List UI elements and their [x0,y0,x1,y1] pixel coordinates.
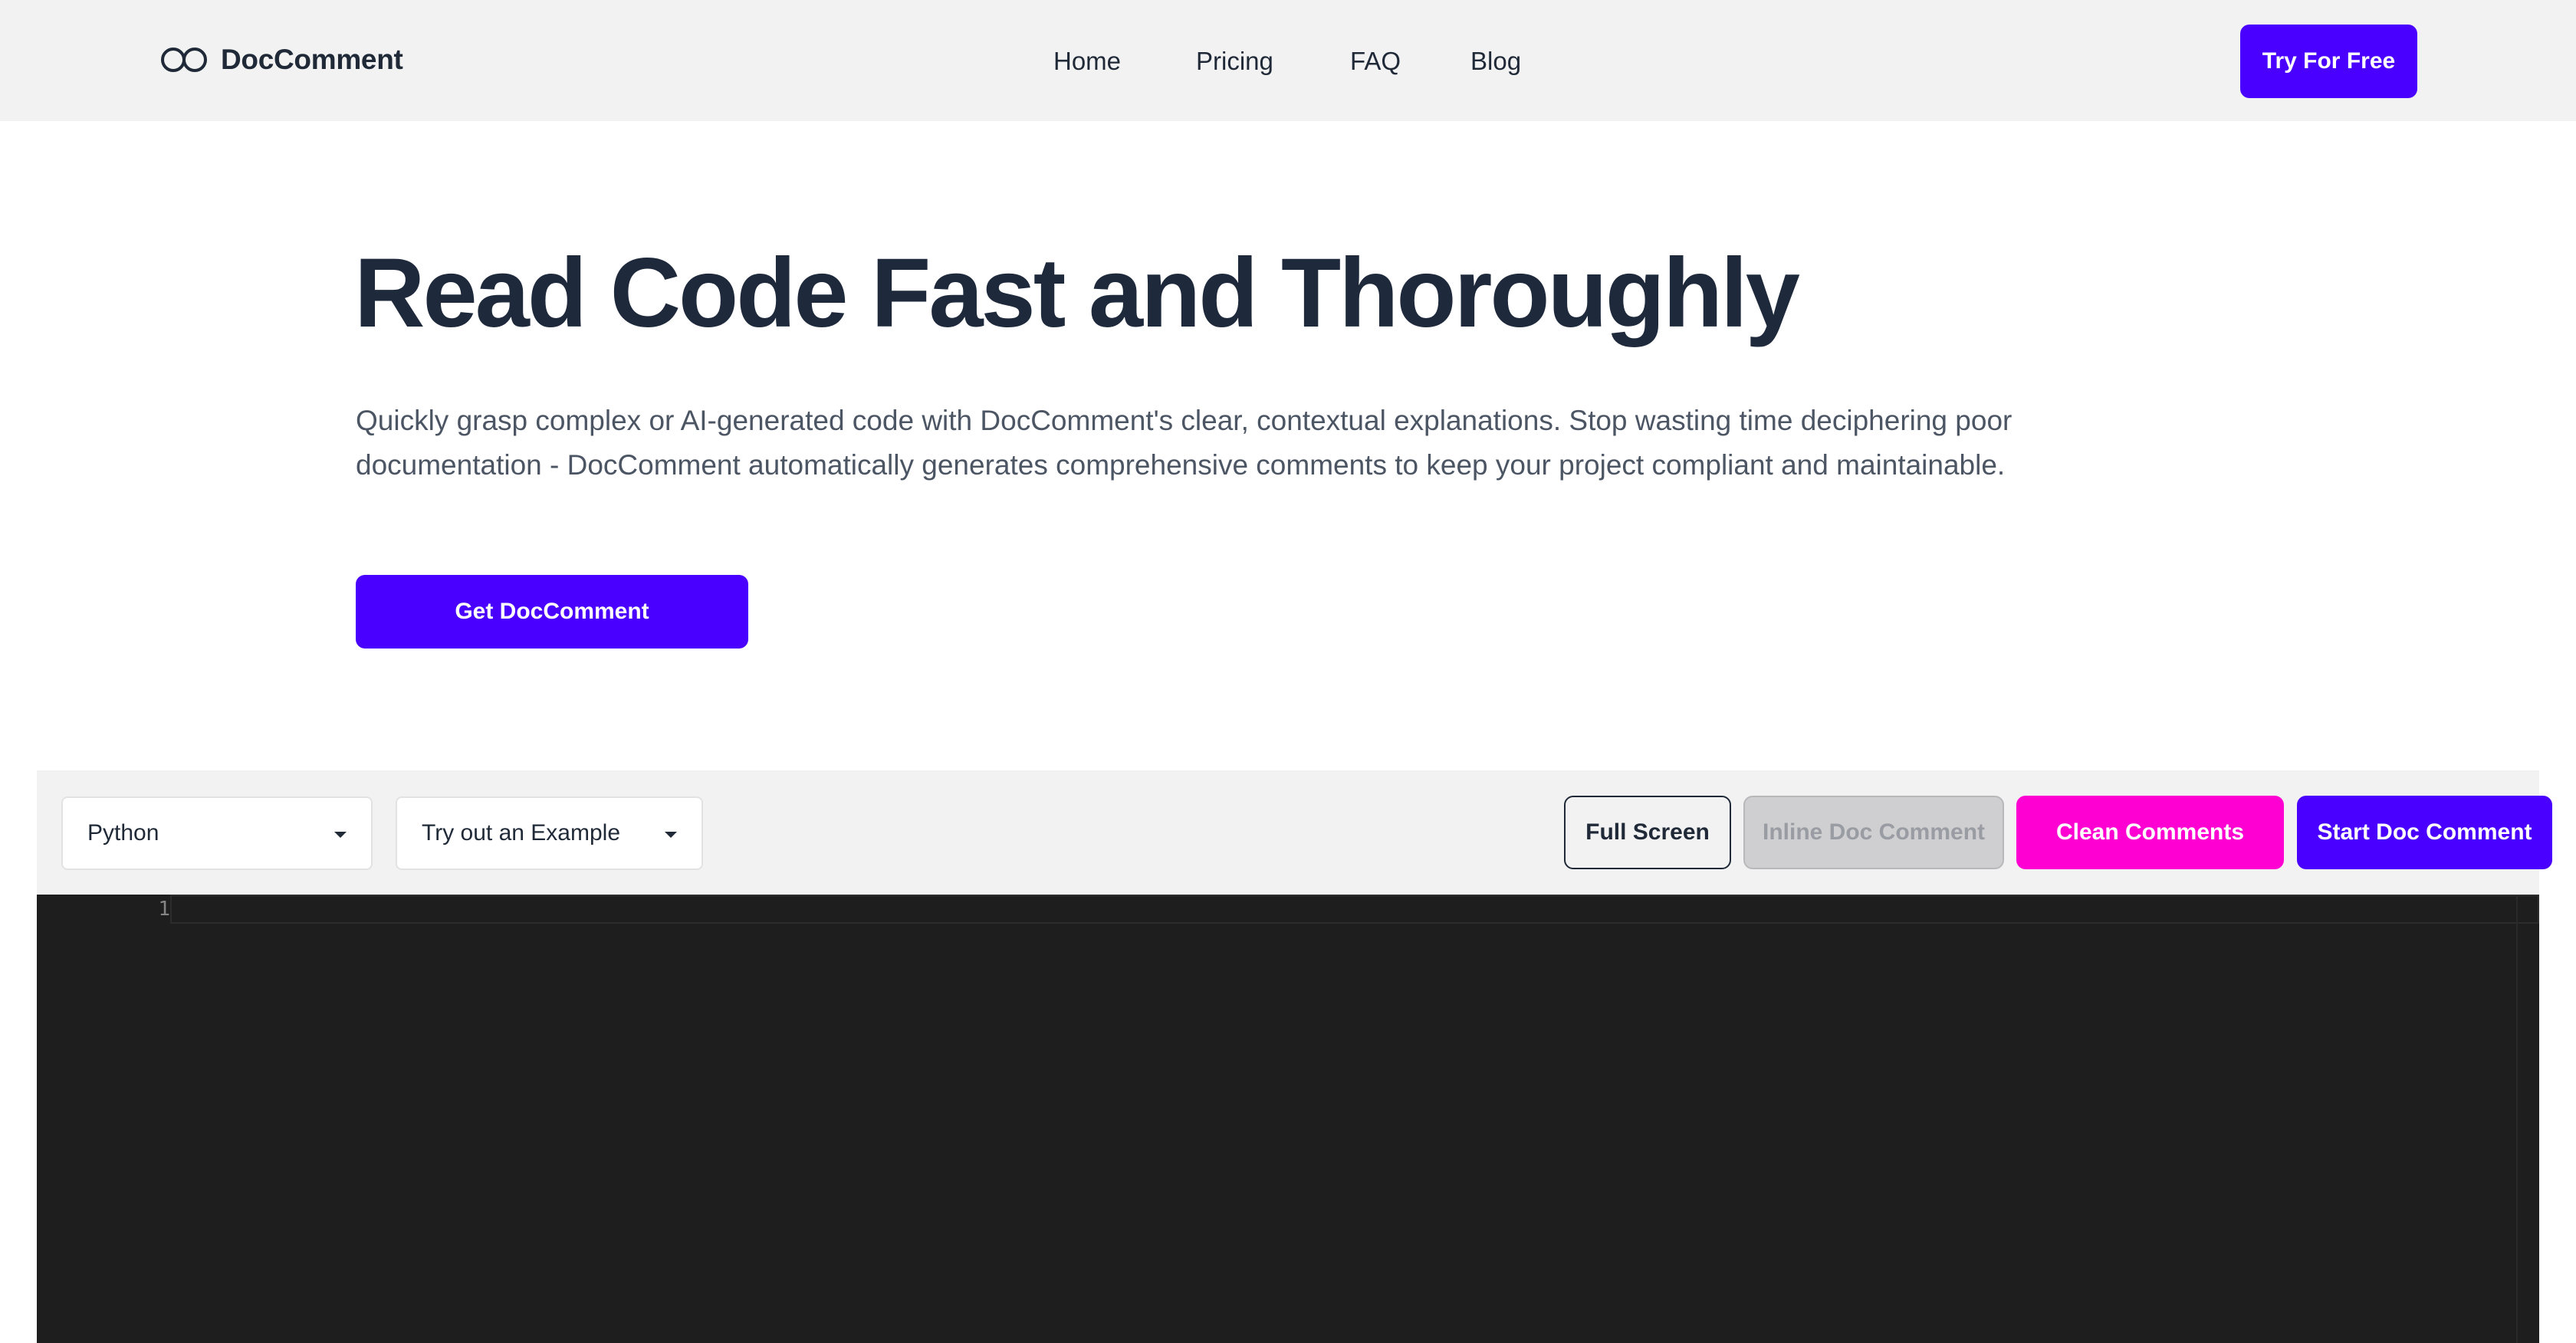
code-editor[interactable]: 1 [37,895,2539,1343]
line-number: 1 [158,898,170,921]
infinity-rings-icon [161,48,207,72]
line-number-gutter: 1 [37,895,170,1343]
full-screen-button[interactable]: Full Screen [1564,796,1731,869]
nav-blog[interactable]: Blog [1470,43,1521,80]
language-select[interactable]: Python [61,796,373,870]
hero-description: Quickly grasp complex or AI-generated co… [356,405,2013,481]
caret-down-icon [665,832,677,838]
get-doccomment-button[interactable]: Get DocComment [356,575,748,649]
brand-logo[interactable]: DocComment [159,40,403,80]
nav-home[interactable]: Home [1053,43,1121,80]
language-select-value: Python [87,820,159,846]
start-doc-comment-button[interactable]: Start Doc Comment [2297,796,2552,869]
nav-faq[interactable]: FAQ [1350,43,1401,80]
try-for-free-button[interactable]: Try For Free [2240,25,2417,98]
inline-doc-comment-button[interactable]: Inline Doc Comment [1743,796,2004,869]
current-line-highlight[interactable] [170,895,2539,924]
site-header: DocComment Home Pricing FAQ Blog Try For… [0,0,2576,121]
nav-pricing[interactable]: Pricing [1196,43,1273,80]
editor-toolbar: Python Try out an Example Full Screen In… [37,770,2552,895]
caret-down-icon [334,832,347,838]
clean-comments-button[interactable]: Clean Comments [2016,796,2284,869]
editor-scrollbar[interactable] [2516,895,2518,1343]
hero-title: Read Code Fast and Thoroughly [354,238,1800,348]
example-select-value: Try out an Example [422,820,620,846]
brand-name: DocComment [221,44,403,75]
example-select[interactable]: Try out an Example [396,796,703,870]
